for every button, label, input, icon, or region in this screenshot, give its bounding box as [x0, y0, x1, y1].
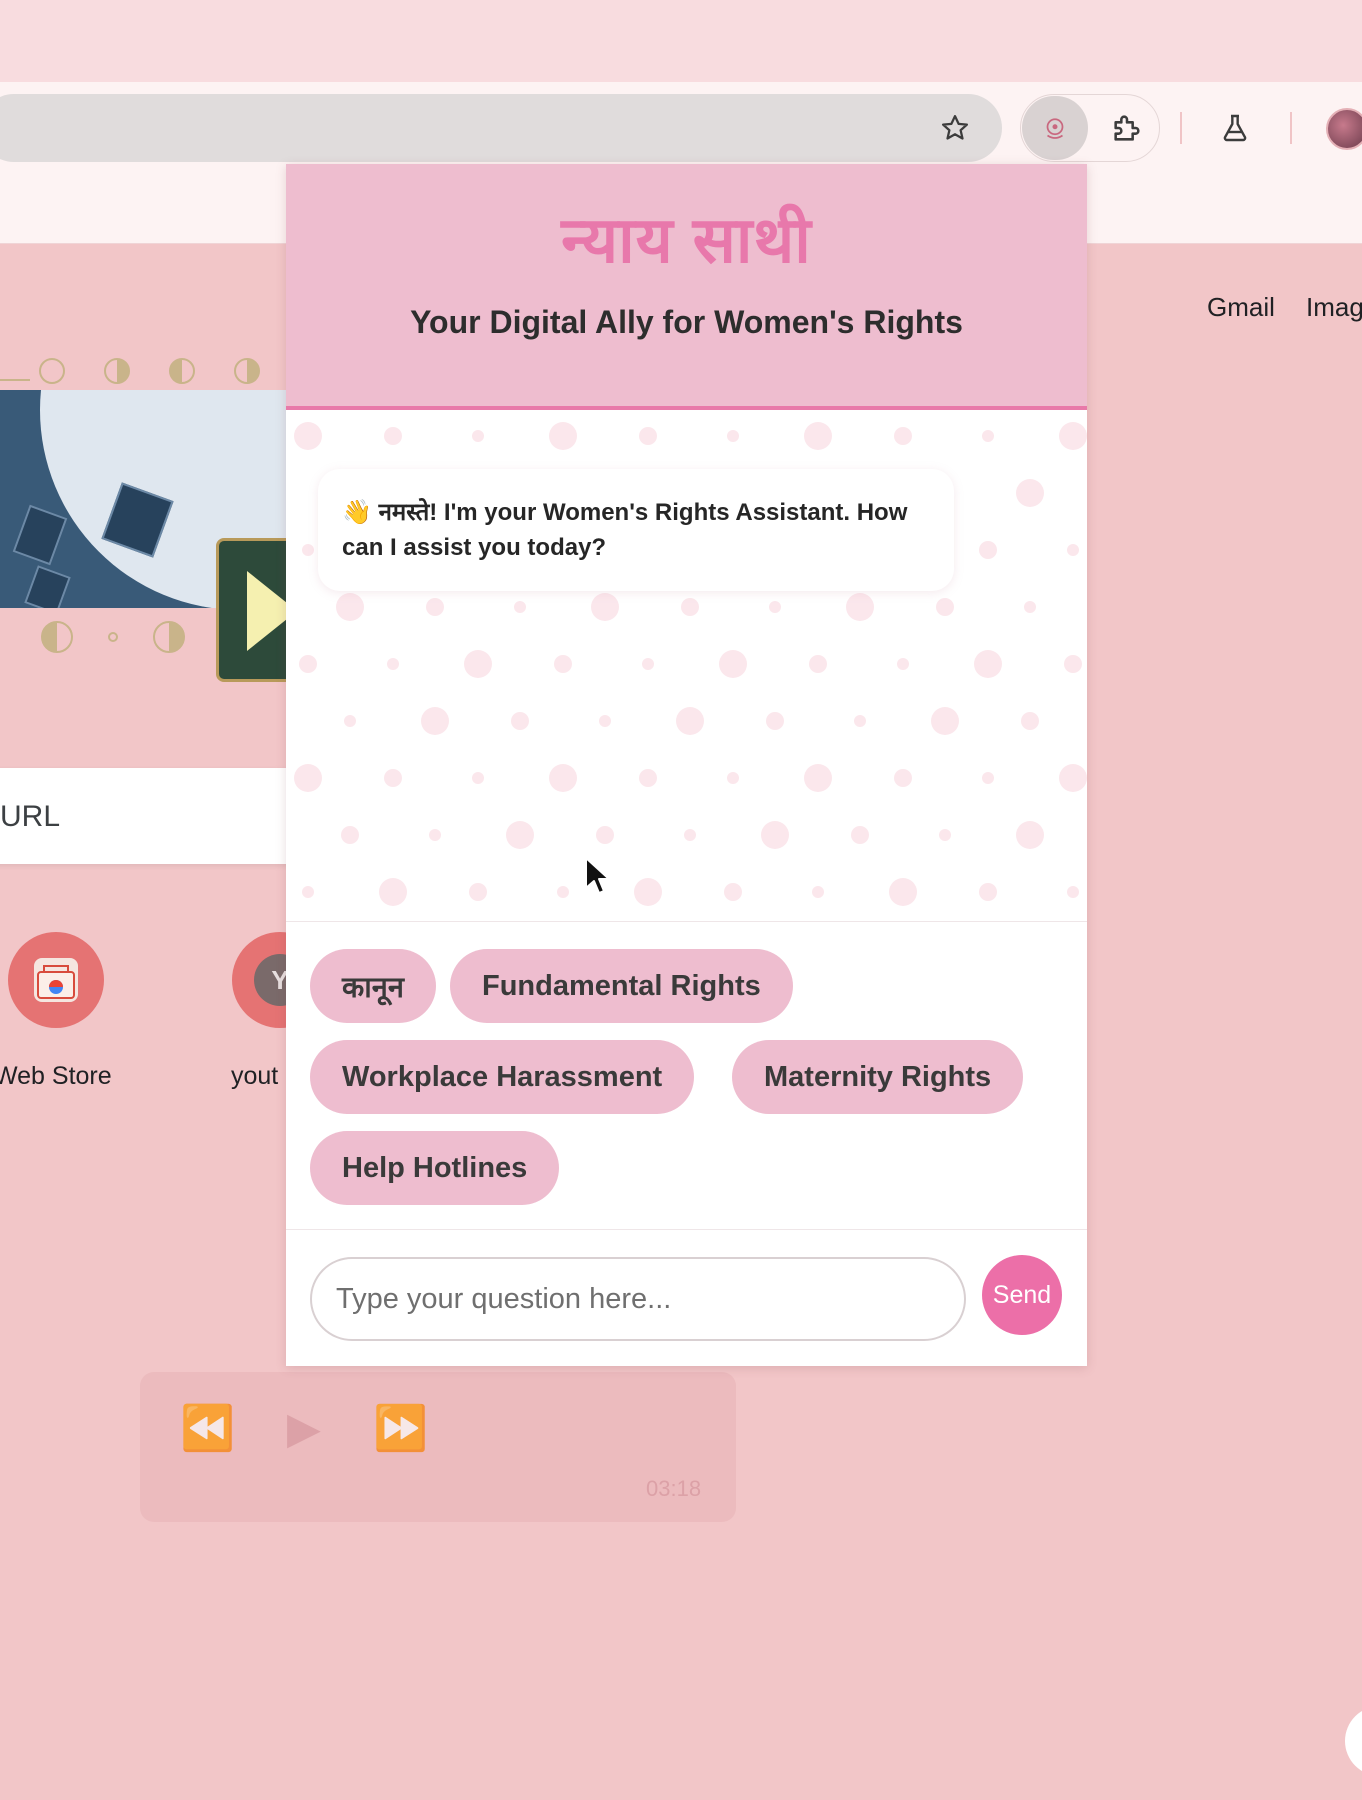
shortcut-label-youtube: yout [231, 1062, 279, 1090]
topic-chip-kanoon[interactable]: कानून [310, 949, 436, 1023]
chat-input-bar: Send [286, 1231, 1087, 1366]
puzzle-icon[interactable] [1104, 106, 1150, 150]
star-icon[interactable] [934, 107, 976, 149]
toolbar-separator [1180, 112, 1182, 144]
quick-topics: कानून Fundamental Rights Workplace Haras… [286, 923, 1087, 1230]
topic-chip-maternity-rights[interactable]: Maternity Rights [732, 1040, 1024, 1114]
media-controls-icons: ⏪ ▶ ⏩ [180, 1404, 448, 1453]
nyay-sathi-extension-icon[interactable] [1022, 96, 1088, 160]
nyay-sathi-popup: न्याय साथी Your Digital Ally for Women's… [286, 164, 1087, 1366]
send-button[interactable]: Send [982, 1255, 1062, 1335]
media-controls-ghost: ⏪ ▶ ⏩ 03:18 [140, 1372, 736, 1522]
browser-tab-strip [0, 0, 1362, 82]
wave-emoji-icon: 👋 [342, 499, 372, 526]
bot-message: 👋 नमस्ते! I'm your Women's Rights Assist… [318, 469, 954, 591]
toolbar-separator [1290, 112, 1292, 144]
avatar[interactable] [1326, 108, 1362, 150]
media-time: 03:18 [646, 1476, 702, 1501]
mouse-cursor-icon [585, 857, 610, 894]
doodle-moon-phases-top [0, 358, 260, 384]
topic-chip-workplace-harassment[interactable]: Workplace Harassment [310, 1040, 695, 1114]
flask-icon[interactable] [1212, 106, 1258, 150]
popup-subtitle: Your Digital Ally for Women's Rights [410, 304, 963, 340]
popup-header: न्याय साथी Your Digital Ally for Women's… [286, 164, 1087, 410]
bot-message-text: नमस्ते! I'm your Women's Rights Assistan… [342, 499, 908, 561]
customize-button[interactable] [1345, 1706, 1362, 1776]
chat-messages: 👋 नमस्ते! I'm your Women's Rights Assist… [286, 414, 1087, 922]
chrome-web-store-icon [34, 958, 78, 1002]
address-bar[interactable] [0, 94, 1002, 162]
topic-chip-help-hotlines[interactable]: Help Hotlines [310, 1131, 560, 1205]
shortcut-label-web-store: Web Store [0, 1062, 112, 1090]
topic-chip-fundamental-rights[interactable]: Fundamental Rights [450, 949, 793, 1023]
google-search-box[interactable]: URL [0, 768, 300, 864]
gmail-link[interactable]: Gmail [1207, 292, 1275, 323]
shortcut-web-store[interactable] [8, 932, 104, 1028]
images-link[interactable]: Imag [1306, 292, 1362, 323]
popup-title: न्याय साथी [561, 204, 812, 276]
search-placeholder-fragment: URL [0, 800, 61, 833]
question-input[interactable] [310, 1257, 966, 1341]
